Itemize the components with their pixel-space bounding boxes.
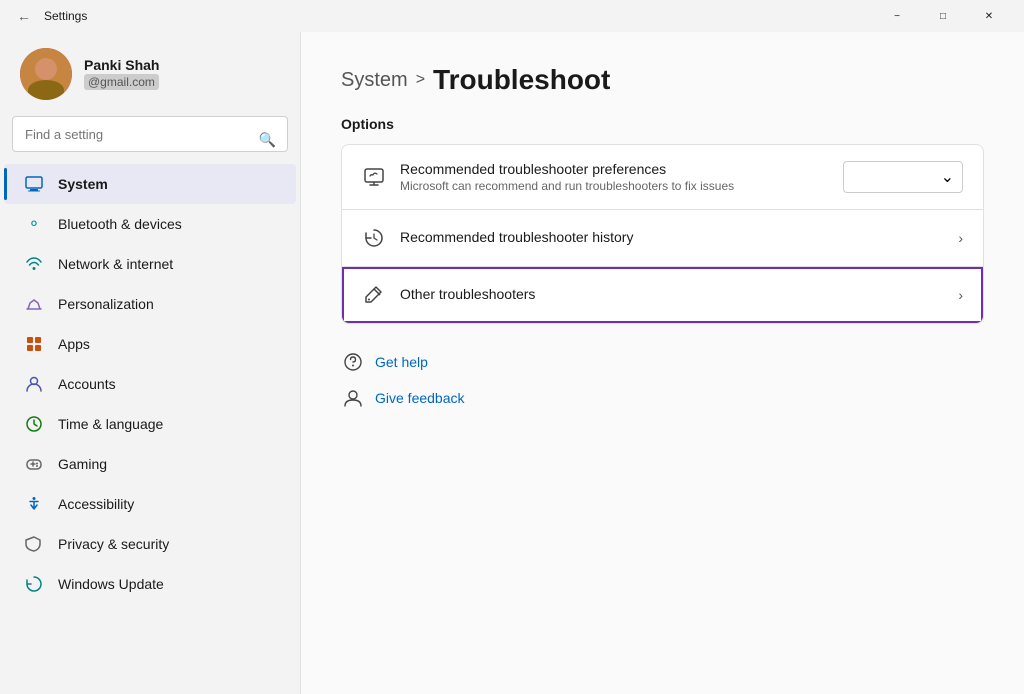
sidebar-item-windows-update[interactable]: Windows Update xyxy=(4,564,296,604)
option-recommended-prefs-dropdown: ⌄ xyxy=(843,161,963,193)
search-icon: 🔍 xyxy=(259,132,276,149)
get-help-icon xyxy=(341,350,365,374)
user-name: Panki Shah xyxy=(84,57,280,73)
get-help-link[interactable]: Get help xyxy=(341,348,984,376)
options-list: Recommended troubleshooter preferences M… xyxy=(341,144,984,324)
troubleshooter-history-icon xyxy=(362,226,386,250)
user-profile[interactable]: Panki Shah @gmail.com xyxy=(0,32,300,116)
sidebar-item-network[interactable]: Network & internet xyxy=(4,244,296,284)
sidebar-item-time[interactable]: Time & language xyxy=(4,404,296,444)
network-icon xyxy=(24,254,44,274)
sidebar-item-accounts-label: Accounts xyxy=(58,376,116,392)
titlebar-left: ← Settings xyxy=(12,4,87,28)
sidebar-item-windows-update-label: Windows Update xyxy=(58,576,164,592)
section-title: Options xyxy=(341,116,984,132)
titlebar-controls: − □ ✕ xyxy=(874,0,1012,32)
titlebar-title: Settings xyxy=(44,9,87,23)
sidebar-item-gaming-label: Gaming xyxy=(58,456,107,472)
breadcrumb-separator: > xyxy=(416,71,425,89)
sidebar-item-system[interactable]: System xyxy=(4,164,296,204)
sidebar-item-accounts[interactable]: Accounts xyxy=(4,364,296,404)
give-feedback-icon xyxy=(341,386,365,410)
system-icon xyxy=(24,174,44,194)
option-recommended-history[interactable]: Recommended troubleshooter history › xyxy=(342,210,983,267)
main-content: System > Troubleshoot Options Recomm xyxy=(300,32,1024,694)
sidebar-item-system-label: System xyxy=(58,176,108,192)
sidebar-item-privacy[interactable]: Privacy & security xyxy=(4,524,296,564)
troubleshooter-prefs-icon xyxy=(362,165,386,189)
sidebar-item-network-label: Network & internet xyxy=(58,256,173,272)
search-container: 🔍 xyxy=(0,116,300,164)
chevron-right-icon: › xyxy=(958,230,963,246)
option-recommended-prefs[interactable]: Recommended troubleshooter preferences M… xyxy=(342,145,983,210)
give-feedback-link[interactable]: Give feedback xyxy=(341,384,984,412)
option-recommended-prefs-text: Recommended troubleshooter preferences M… xyxy=(400,161,829,193)
option-other-troubleshooters-text: Other troubleshooters xyxy=(400,286,944,304)
sidebar-item-personalization[interactable]: Personalization xyxy=(4,284,296,324)
get-help-label[interactable]: Get help xyxy=(375,354,428,370)
windows-update-icon xyxy=(24,574,44,594)
links-section: Get help Give feedback xyxy=(341,348,984,412)
option-other-troubleshooters[interactable]: Other troubleshooters › xyxy=(342,267,983,323)
user-info: Panki Shah @gmail.com xyxy=(84,57,280,91)
option-other-troubleshooters-title: Other troubleshooters xyxy=(400,286,944,302)
sidebar-item-gaming[interactable]: Gaming xyxy=(4,444,296,484)
sidebar-item-apps-label: Apps xyxy=(58,336,90,352)
chevron-right-icon-2: › xyxy=(958,287,963,303)
sidebar-item-time-label: Time & language xyxy=(58,416,163,432)
dropdown-box[interactable]: ⌄ xyxy=(843,161,963,193)
minimize-button[interactable]: − xyxy=(874,0,920,32)
sidebar-item-accessibility[interactable]: Accessibility xyxy=(4,484,296,524)
privacy-icon xyxy=(24,534,44,554)
option-recommended-prefs-title: Recommended troubleshooter preferences xyxy=(400,161,829,177)
back-button[interactable]: ← xyxy=(12,4,36,28)
bluetooth-icon: ⚬ xyxy=(24,214,44,234)
time-icon xyxy=(24,414,44,434)
close-button[interactable]: ✕ xyxy=(966,0,1012,32)
sidebar-item-bluetooth[interactable]: ⚬ Bluetooth & devices xyxy=(4,204,296,244)
accessibility-icon xyxy=(24,494,44,514)
sidebar-item-personalization-label: Personalization xyxy=(58,296,154,312)
user-email: @gmail.com xyxy=(84,74,159,90)
app-body: Panki Shah @gmail.com 🔍 System xyxy=(0,32,1024,694)
page-title: Troubleshoot xyxy=(433,64,610,96)
breadcrumb: System > Troubleshoot xyxy=(341,64,984,96)
search-input[interactable] xyxy=(12,116,288,152)
breadcrumb-parent[interactable]: System xyxy=(341,69,408,92)
avatar xyxy=(20,48,72,100)
accounts-icon xyxy=(24,374,44,394)
chevron-down-icon: ⌄ xyxy=(941,167,954,187)
apps-icon xyxy=(24,334,44,354)
option-recommended-history-title: Recommended troubleshooter history xyxy=(400,229,944,245)
option-recommended-history-text: Recommended troubleshooter history xyxy=(400,229,944,247)
sidebar-nav: System ⚬ Bluetooth & devices Network & i… xyxy=(0,164,300,604)
gaming-icon xyxy=(24,454,44,474)
titlebar: ← Settings − □ ✕ xyxy=(0,0,1024,32)
give-feedback-label[interactable]: Give feedback xyxy=(375,390,465,406)
sidebar: Panki Shah @gmail.com 🔍 System xyxy=(0,32,300,694)
sidebar-item-accessibility-label: Accessibility xyxy=(58,496,134,512)
sidebar-item-privacy-label: Privacy & security xyxy=(58,536,169,552)
sidebar-item-bluetooth-label: Bluetooth & devices xyxy=(58,216,182,232)
sidebar-item-apps[interactable]: Apps xyxy=(4,324,296,364)
personalization-icon xyxy=(24,294,44,314)
option-recommended-prefs-desc: Microsoft can recommend and run troubles… xyxy=(400,179,829,193)
maximize-button[interactable]: □ xyxy=(920,0,966,32)
other-troubleshooters-icon xyxy=(362,283,386,307)
